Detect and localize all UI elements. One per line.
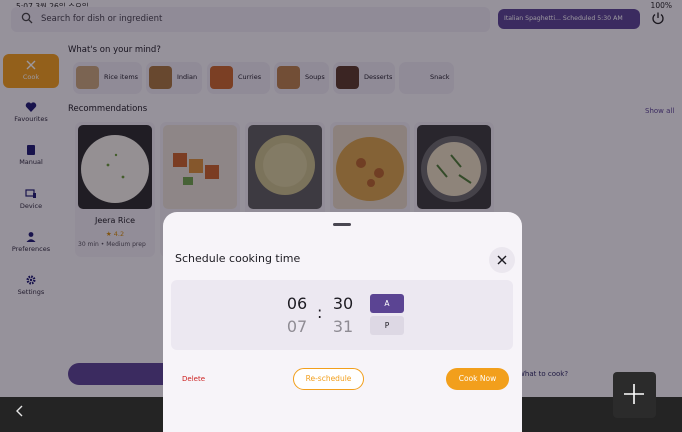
hour-next[interactable]: 07 <box>282 317 312 336</box>
close-icon <box>497 255 507 265</box>
pm-toggle[interactable]: P <box>370 316 404 335</box>
am-toggle[interactable]: A <box>370 294 404 313</box>
back-icon[interactable] <box>13 404 27 418</box>
reschedule-button[interactable]: Re-schedule <box>293 368 364 390</box>
sheet-title: Schedule cooking time <box>175 252 301 265</box>
close-button[interactable] <box>489 247 515 273</box>
minute-next[interactable]: 31 <box>328 317 358 336</box>
add-fab-button[interactable] <box>613 372 656 418</box>
time-picker: 06 07 : 30 31 A P <box>171 280 513 350</box>
delete-button[interactable]: Delete <box>182 375 205 383</box>
plus-icon <box>624 384 644 404</box>
cook-now-button[interactable]: Cook Now <box>446 368 509 390</box>
minute-selected[interactable]: 30 <box>328 294 358 313</box>
hour-selected[interactable]: 06 <box>282 294 312 313</box>
sheet-actions: Delete Re-schedule Cook Now <box>163 368 522 392</box>
schedule-bottom-sheet: Schedule cooking time 06 07 : 30 31 A P … <box>163 212 522 432</box>
drag-handle[interactable] <box>333 223 351 226</box>
time-separator: : <box>317 303 323 322</box>
